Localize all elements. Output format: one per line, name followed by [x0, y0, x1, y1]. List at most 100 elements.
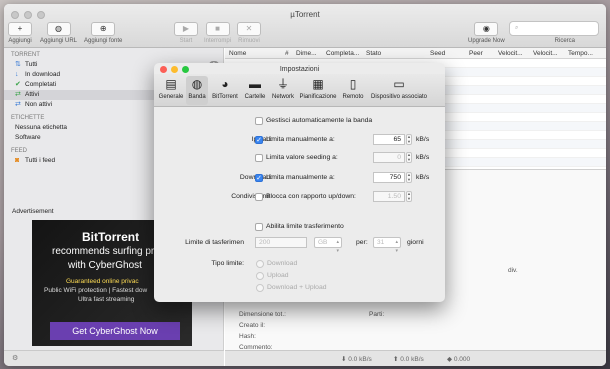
tab-label: Generale — [158, 94, 184, 100]
tab-label: Pianificazione — [299, 94, 337, 100]
dialog-title: Impostazioni — [279, 66, 320, 73]
add-torrent-button[interactable]: + Aggiungi — [8, 22, 32, 44]
status-down-value: 0.0 kB/s — [348, 356, 372, 363]
status-value-text: 0.000 — [453, 356, 471, 363]
col-time[interactable]: Tempo... — [568, 50, 593, 57]
auto-manage-checkbox[interactable] — [255, 117, 263, 125]
bandwidth-pane: Gestisci automaticamente la banda Ipload… — [154, 107, 445, 302]
seed-unit: kB/s — [416, 154, 430, 161]
tab-network[interactable]: ⏚ Network — [269, 76, 297, 100]
search-input[interactable]: ⌕ — [509, 21, 599, 36]
download-limit-checkbox[interactable]: ✓ — [255, 174, 263, 182]
col-up-speed[interactable]: Velocit... — [533, 50, 558, 57]
tab-scheduler[interactable]: ▦ Pianificazione — [297, 76, 339, 100]
arrow-down-icon: ⬇ — [341, 356, 347, 363]
preferences-toolbar: ▤ Generale ◍ Banda ◕ BitTorrent ▬ Cartelle ⏚… — [154, 74, 445, 107]
sidebar-item-label: In download — [25, 71, 61, 78]
download-limit-stepper[interactable]: ▲ ▼ — [406, 172, 412, 183]
limit-type-upload-label: Upload — [267, 272, 289, 279]
start-button[interactable]: ▶ Start — [174, 22, 198, 44]
tab-bandwidth[interactable]: ◍ Banda — [186, 76, 208, 105]
transfer-amount-label: Limite di tasferimen — [185, 239, 244, 246]
upload-limit-stepper[interactable]: ▲ ▼ — [406, 134, 412, 145]
col-peer[interactable]: Peer — [469, 50, 483, 57]
sidebar-item-label: Attivi — [25, 91, 40, 98]
sidebar-footer: ⚙ — [4, 350, 224, 366]
chevron-updown-icon: ▴ ▾ — [395, 239, 398, 254]
limit-type-download-radio[interactable] — [256, 260, 264, 268]
ratio-block-label: Blocca con rapporto up/down: — [266, 193, 356, 200]
col-name[interactable]: Nome — [229, 50, 246, 57]
search-label: Ricerca — [554, 38, 575, 44]
remove-button[interactable]: ✕ Rimuovi — [237, 22, 261, 44]
ad-cta-button[interactable]: Get CyberGhost Now — [50, 322, 180, 340]
ad-subheadline: with CyberGhost — [68, 260, 142, 271]
upgrade-button[interactable]: ◉ Upgrade Now — [468, 22, 505, 44]
ad-brand: BitTorrent — [82, 230, 140, 244]
period-value: 31 — [377, 239, 385, 246]
col-completed[interactable]: Completa... — [326, 50, 359, 57]
rss-add-icon: ⊕ — [91, 22, 116, 36]
seed-limit-field[interactable]: 0 — [373, 152, 405, 163]
eye-icon: ◉ — [474, 22, 499, 36]
ratio-field[interactable]: 1.50 — [373, 191, 405, 202]
upload-limit-checkbox[interactable]: ✓ — [255, 136, 263, 144]
monitor-icon: ▭ — [393, 77, 405, 91]
remove-x-icon: ✕ — [237, 22, 261, 36]
limit-type-upload-radio[interactable] — [256, 272, 264, 280]
ad-tagline-3: Ultra fast streaming — [78, 296, 135, 303]
gear-icon[interactable]: ⚙ — [12, 354, 18, 362]
upload-limit-label: Limita manualmente a: — [266, 136, 335, 143]
stop-button[interactable]: ■ Interrompi — [204, 22, 231, 44]
arrow-down-icon: ↓ — [15, 71, 19, 78]
advertisement-label: Advertisement — [12, 208, 54, 215]
download-limit-field[interactable]: 750 — [373, 172, 405, 183]
details-truncated-label: div. — [508, 267, 518, 274]
col-size[interactable]: Dime... — [296, 50, 317, 57]
details-created: Creato il: — [239, 322, 266, 329]
limit-type-both-radio[interactable] — [256, 284, 264, 292]
period-unit: giorni — [407, 239, 424, 246]
general-icon: ▤ — [165, 77, 177, 91]
add-feed-button[interactable]: ⊕ Aggiungi fonte — [84, 22, 122, 44]
status-up-speed: ⬆ 0.0 kB/s — [393, 355, 424, 363]
tab-general[interactable]: ▤ Generale — [156, 76, 186, 100]
col-status[interactable]: Stato — [366, 50, 381, 57]
add-label: Aggiungi — [8, 38, 32, 44]
torrent-table-header: Nome # Dime... Completa... Stato Seed Pe… — [225, 48, 606, 59]
tab-folders[interactable]: ▬ Cartelle — [241, 76, 269, 100]
transfer-limit-checkbox[interactable] — [255, 223, 263, 231]
play-icon: ▶ — [174, 22, 198, 36]
limit-type-download-label: Download — [267, 260, 298, 267]
torrent-section-header: TORRENT — [11, 52, 40, 58]
seed-limit-stepper[interactable]: ▲ ▼ — [406, 152, 412, 163]
upload-unit: kB/s — [416, 136, 430, 143]
sidebar-item-label: Non attivi — [25, 101, 53, 108]
transfer-limit-label: Abilita limite trasferimento — [266, 223, 344, 230]
period-select[interactable]: 31 ▴ ▾ — [373, 237, 401, 254]
status-up-value: 0.0 kB/s — [400, 356, 424, 363]
tab-label: Dispositivo associato — [370, 94, 428, 100]
ratio-stepper[interactable]: ▲ ▼ — [406, 191, 412, 202]
transfer-amount-field[interactable]: 200 — [255, 237, 307, 248]
folder-icon: ▬ — [249, 77, 261, 91]
col-seed[interactable]: Seed — [430, 50, 445, 57]
stop-icon: ■ — [205, 22, 230, 36]
start-label: Start — [179, 38, 193, 44]
ratio-block-checkbox[interactable] — [255, 193, 263, 201]
window-titlebar: µTorrent + Aggiungi ◍ Aggiungi URL ⊕ Agg… — [4, 4, 606, 48]
add-url-button[interactable]: ◍ Aggiungi URL — [40, 22, 77, 44]
ad-tagline-1: Guaranteed online privac — [66, 278, 139, 285]
transfer-unit-select[interactable]: GB ▴ ▾ — [314, 237, 342, 254]
search-icon: ⌕ — [515, 25, 519, 31]
upload-limit-field[interactable]: 65 — [373, 134, 405, 145]
limit-type-both-label: Download + Upload — [267, 284, 327, 291]
col-down-speed[interactable]: Velocit... — [498, 50, 523, 57]
col-number[interactable]: # — [285, 50, 289, 57]
tab-paired-device[interactable]: ▭ Dispositivo associato — [367, 76, 431, 100]
seed-limit-checkbox[interactable] — [255, 154, 263, 162]
tab-bittorrent[interactable]: ◕ BitTorrent — [209, 76, 241, 100]
swap-icon: ⇄ — [15, 91, 21, 98]
tab-remote[interactable]: ▯ Remoto — [340, 76, 366, 100]
checkmark-icon: ✔ — [15, 81, 21, 88]
